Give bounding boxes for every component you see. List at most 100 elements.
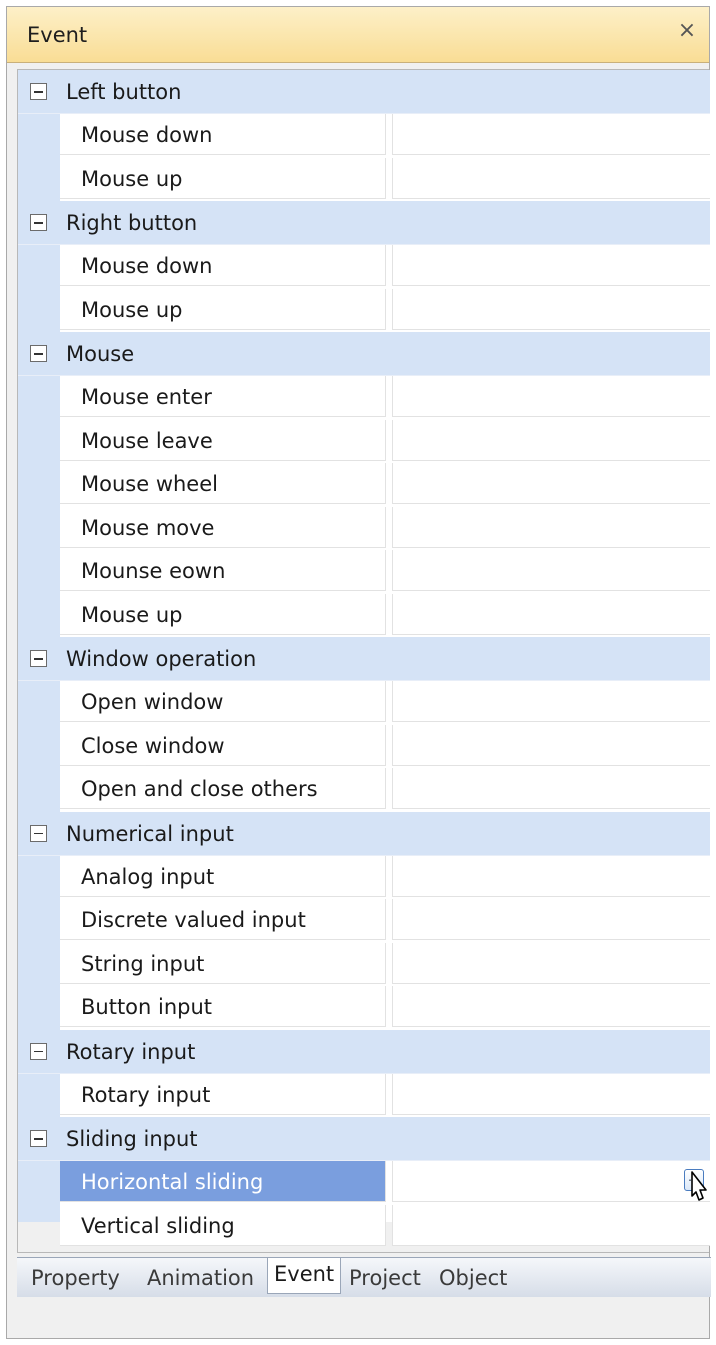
event-value-cell[interactable] [392, 419, 710, 461]
event-row: Mouse up [18, 157, 710, 202]
category-label: Rotary input [66, 1039, 196, 1064]
tab-event[interactable]: Event [267, 1258, 342, 1294]
event-value-cell[interactable] [392, 899, 710, 940]
collapse-icon[interactable] [30, 650, 47, 667]
event-name-label: Mouse down [81, 123, 213, 147]
event-name-cell[interactable]: Analog input [60, 855, 386, 897]
event-name-cell[interactable]: Vertical sliding [60, 1204, 386, 1246]
event-name-label: Mouse up [81, 166, 183, 191]
event-name-label: Horizontal sliding [81, 1170, 264, 1194]
event-panel: Event × Left button Mouse down Mouse up Rig… [6, 6, 711, 1339]
category-label: Right button [66, 211, 198, 235]
event-name-label: Open and close others [81, 777, 318, 801]
event-name-label: Mouse up [81, 297, 183, 322]
event-row: Mouse wheel [18, 463, 710, 507]
category-row[interactable]: Rotary input [18, 1029, 710, 1074]
event-value-cell[interactable] [392, 245, 710, 286]
event-name-cell[interactable]: Mounse eown [60, 550, 386, 591]
collapse-icon[interactable] [30, 214, 47, 231]
collapse-icon[interactable] [30, 1130, 47, 1147]
property-rows: Left button Mouse down Mouse up Right butto… [18, 70, 710, 1248]
event-row: Mouse up [18, 593, 710, 638]
event-row: String input [18, 942, 710, 987]
event-value-cell[interactable] [392, 1204, 710, 1246]
event-name-label: Rotary input [81, 1082, 211, 1107]
event-name-label: Mouse down [81, 254, 213, 278]
event-name-cell[interactable]: Mouse leave [60, 419, 386, 461]
category-row[interactable]: Mouse [18, 332, 710, 376]
tab-property[interactable]: Property [25, 1262, 126, 1296]
event-value-cell[interactable] [392, 986, 710, 1027]
collapse-icon[interactable] [30, 345, 47, 362]
event-name-cell[interactable]: Discrete valued input [60, 899, 386, 940]
event-name-label: Button input [81, 995, 213, 1019]
event-value-cell[interactable] [392, 114, 710, 155]
event-name-cell[interactable]: Mouse down [60, 114, 386, 155]
tab-project[interactable]: Project [343, 1262, 427, 1296]
event-name-label: Close window [81, 733, 225, 758]
event-name-cell[interactable]: Mouse down [60, 245, 386, 286]
event-row: Close window [18, 724, 710, 769]
event-value-cell[interactable] [392, 463, 710, 504]
panel-titlebar: Event × [7, 7, 709, 63]
event-value-cell[interactable] [392, 593, 710, 635]
event-row: Mouse down [18, 114, 710, 158]
event-name-cell[interactable]: Button input [60, 986, 386, 1027]
category-row[interactable]: Numerical input [18, 811, 710, 856]
event-name-label: Mouse up [81, 602, 183, 627]
event-value-cell[interactable] [392, 550, 710, 591]
event-row: Open and close others [18, 768, 710, 812]
event-value-cell[interactable] [392, 288, 710, 330]
event-name-label: Mouse wheel [81, 472, 218, 496]
event-row: Discrete valued input [18, 899, 710, 943]
event-value-cell[interactable] [392, 724, 710, 766]
collapse-icon[interactable] [30, 1042, 47, 1060]
event-name-cell[interactable]: Open and close others [60, 768, 386, 809]
panel-title: Event [27, 23, 88, 47]
property-grid-body: Left button Mouse down Mouse up Right butto… [18, 70, 710, 1246]
tab-object[interactable]: Object [433, 1262, 513, 1296]
event-property-grid: Left button Mouse down Mouse up Right butto… [17, 69, 710, 1253]
event-name-cell[interactable]: Mouse move [60, 506, 386, 548]
event-name-cell[interactable]: Mouse wheel [60, 463, 386, 504]
event-name-cell[interactable]: Mouse up [60, 288, 386, 330]
event-value-cell[interactable] [392, 1073, 710, 1115]
event-name-cell[interactable]: Open window [60, 681, 386, 722]
event-value-cell[interactable] [392, 768, 710, 809]
category-label: Window operation [66, 647, 257, 671]
category-row[interactable]: Window operation [18, 637, 710, 681]
event-value-cell[interactable] [392, 942, 710, 984]
event-name-cell[interactable]: Rotary input [60, 1073, 386, 1115]
collapse-icon[interactable] [30, 83, 47, 100]
event-value-cell[interactable] [392, 506, 710, 548]
event-name-cell[interactable]: Mouse enter [60, 376, 386, 417]
event-value-cell[interactable] [392, 855, 710, 897]
close-icon[interactable]: × [673, 17, 701, 45]
event-name-label: Vertical sliding [81, 1213, 235, 1238]
category-row[interactable]: Sliding input [18, 1117, 710, 1161]
event-name-cell[interactable]: Mouse up [60, 157, 386, 199]
mouse-pointer-icon [691, 1171, 707, 1201]
event-row: Mouse move [18, 506, 710, 551]
category-label: Sliding input [66, 1127, 198, 1151]
event-row: Button input [18, 986, 710, 1030]
event-name-label: Discrete valued input [81, 908, 306, 932]
category-label: Mouse [66, 342, 135, 366]
event-name-cell[interactable]: Mouse up [60, 593, 386, 635]
event-row: Open window [18, 681, 710, 725]
event-value-cell[interactable] [392, 681, 710, 722]
panel-tab-bar: Property Animation Event Project Object [17, 1257, 711, 1297]
collapse-icon[interactable] [30, 824, 47, 842]
event-name-label: Mouse leave [81, 428, 213, 453]
event-row: Rotary input [18, 1073, 710, 1118]
event-name-cell[interactable]: Horizontal sliding [60, 1161, 386, 1202]
category-row[interactable]: Right button [18, 201, 710, 245]
event-value-cell[interactable]: … [392, 1161, 710, 1202]
tab-animation[interactable]: Animation [141, 1262, 260, 1296]
event-name-cell[interactable]: Close window [60, 724, 386, 766]
event-name-cell[interactable]: String input [60, 942, 386, 984]
event-value-cell[interactable] [392, 376, 710, 417]
event-value-cell[interactable] [392, 157, 710, 199]
category-row[interactable]: Left button [18, 70, 710, 114]
event-name-label: Mouse enter [81, 385, 212, 409]
